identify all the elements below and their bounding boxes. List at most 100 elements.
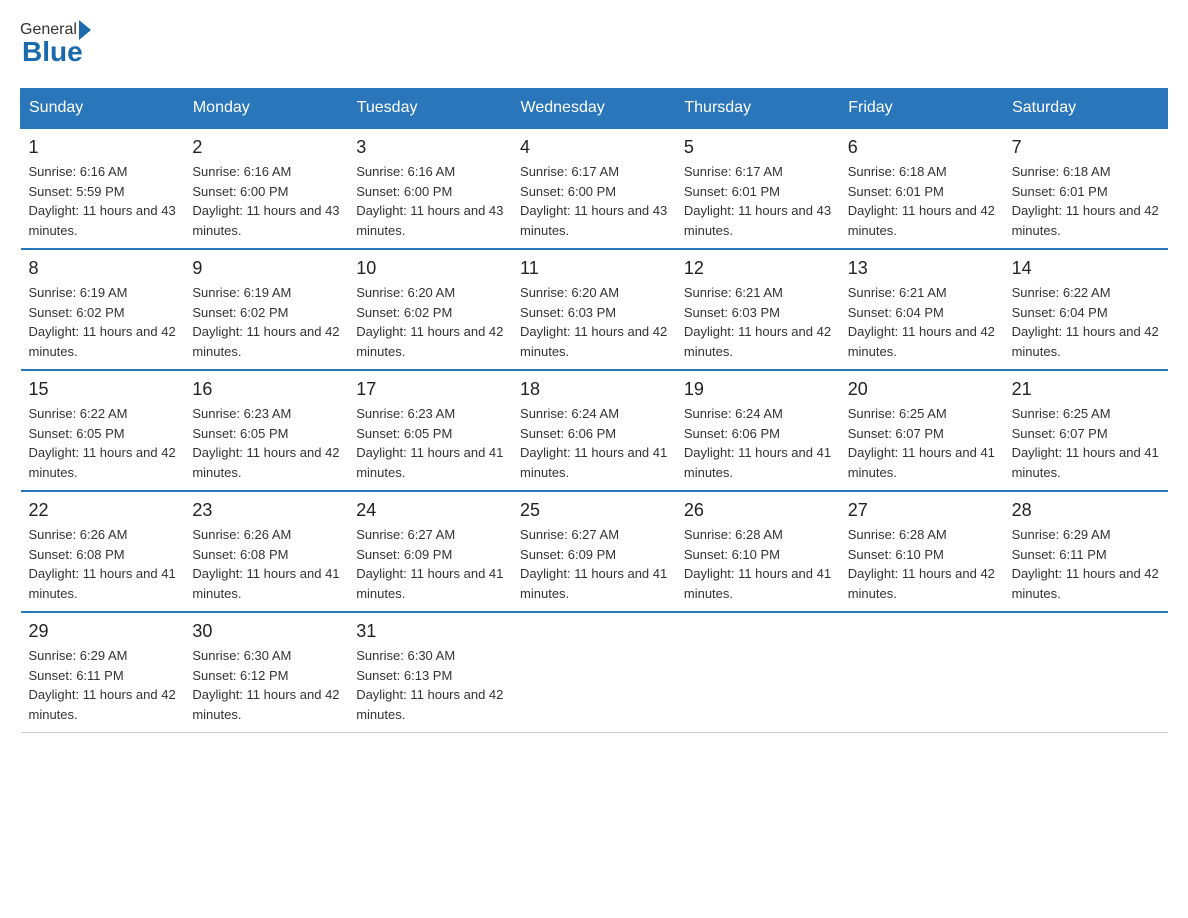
daylight-text: Daylight: 11 hours and 42 minutes. xyxy=(356,324,503,359)
sunrise-text: Sunrise: 6:18 AM xyxy=(848,164,947,179)
calendar-header-row: SundayMondayTuesdayWednesdayThursdayFrid… xyxy=(21,89,1168,129)
sunset-text: Sunset: 6:02 PM xyxy=(29,305,125,320)
sunrise-text: Sunrise: 6:25 AM xyxy=(848,406,947,421)
day-number: 24 xyxy=(356,500,504,521)
sunset-text: Sunset: 6:00 PM xyxy=(520,184,616,199)
sunrise-text: Sunrise: 6:16 AM xyxy=(29,164,128,179)
calendar-cell: 2 Sunrise: 6:16 AM Sunset: 6:00 PM Dayli… xyxy=(184,128,348,249)
daylight-text: Daylight: 11 hours and 42 minutes. xyxy=(520,324,667,359)
sunset-text: Sunset: 6:02 PM xyxy=(356,305,452,320)
calendar-cell: 23 Sunrise: 6:26 AM Sunset: 6:08 PM Dayl… xyxy=(184,491,348,612)
day-number: 20 xyxy=(848,379,996,400)
day-number: 1 xyxy=(29,137,177,158)
calendar-week-row: 29 Sunrise: 6:29 AM Sunset: 6:11 PM Dayl… xyxy=(21,612,1168,733)
sunrise-text: Sunrise: 6:24 AM xyxy=(520,406,619,421)
calendar-cell: 3 Sunrise: 6:16 AM Sunset: 6:00 PM Dayli… xyxy=(348,128,512,249)
daylight-text: Daylight: 11 hours and 41 minutes. xyxy=(684,445,831,480)
day-info: Sunrise: 6:21 AM Sunset: 6:04 PM Dayligh… xyxy=(848,283,996,361)
header-saturday: Saturday xyxy=(1004,89,1168,129)
day-number: 18 xyxy=(520,379,668,400)
sunrise-text: Sunrise: 6:30 AM xyxy=(192,648,291,663)
day-number: 22 xyxy=(29,500,177,521)
calendar-week-row: 1 Sunrise: 6:16 AM Sunset: 5:59 PM Dayli… xyxy=(21,128,1168,249)
sunset-text: Sunset: 6:02 PM xyxy=(192,305,288,320)
day-number: 31 xyxy=(356,621,504,642)
calendar-cell xyxy=(676,612,840,733)
header-monday: Monday xyxy=(184,89,348,129)
sunrise-text: Sunrise: 6:17 AM xyxy=(520,164,619,179)
day-number: 16 xyxy=(192,379,340,400)
day-number: 8 xyxy=(29,258,177,279)
calendar-cell: 11 Sunrise: 6:20 AM Sunset: 6:03 PM Dayl… xyxy=(512,249,676,370)
sunrise-text: Sunrise: 6:24 AM xyxy=(684,406,783,421)
calendar-cell: 5 Sunrise: 6:17 AM Sunset: 6:01 PM Dayli… xyxy=(676,128,840,249)
calendar-cell: 6 Sunrise: 6:18 AM Sunset: 6:01 PM Dayli… xyxy=(840,128,1004,249)
calendar-cell: 12 Sunrise: 6:21 AM Sunset: 6:03 PM Dayl… xyxy=(676,249,840,370)
day-number: 13 xyxy=(848,258,996,279)
calendar-week-row: 22 Sunrise: 6:26 AM Sunset: 6:08 PM Dayl… xyxy=(21,491,1168,612)
header-sunday: Sunday xyxy=(21,89,185,129)
sunset-text: Sunset: 6:06 PM xyxy=(684,426,780,441)
sunrise-text: Sunrise: 6:23 AM xyxy=(356,406,455,421)
sunset-text: Sunset: 6:05 PM xyxy=(29,426,125,441)
sunrise-text: Sunrise: 6:29 AM xyxy=(29,648,128,663)
calendar-cell: 27 Sunrise: 6:28 AM Sunset: 6:10 PM Dayl… xyxy=(840,491,1004,612)
day-number: 29 xyxy=(29,621,177,642)
day-info: Sunrise: 6:18 AM Sunset: 6:01 PM Dayligh… xyxy=(848,162,996,240)
daylight-text: Daylight: 11 hours and 42 minutes. xyxy=(1012,324,1159,359)
sunrise-text: Sunrise: 6:27 AM xyxy=(356,527,455,542)
sunset-text: Sunset: 6:13 PM xyxy=(356,668,452,683)
sunset-text: Sunset: 6:07 PM xyxy=(848,426,944,441)
day-info: Sunrise: 6:16 AM Sunset: 6:00 PM Dayligh… xyxy=(192,162,340,240)
sunrise-text: Sunrise: 6:29 AM xyxy=(1012,527,1111,542)
day-number: 23 xyxy=(192,500,340,521)
day-info: Sunrise: 6:18 AM Sunset: 6:01 PM Dayligh… xyxy=(1012,162,1160,240)
day-info: Sunrise: 6:22 AM Sunset: 6:05 PM Dayligh… xyxy=(29,404,177,482)
day-info: Sunrise: 6:30 AM Sunset: 6:12 PM Dayligh… xyxy=(192,646,340,724)
daylight-text: Daylight: 11 hours and 42 minutes. xyxy=(848,324,995,359)
daylight-text: Daylight: 11 hours and 42 minutes. xyxy=(356,687,503,722)
sunset-text: Sunset: 6:07 PM xyxy=(1012,426,1108,441)
sunset-text: Sunset: 6:08 PM xyxy=(29,547,125,562)
sunrise-text: Sunrise: 6:19 AM xyxy=(192,285,291,300)
day-info: Sunrise: 6:24 AM Sunset: 6:06 PM Dayligh… xyxy=(520,404,668,482)
day-number: 9 xyxy=(192,258,340,279)
sunset-text: Sunset: 6:03 PM xyxy=(684,305,780,320)
calendar-cell: 21 Sunrise: 6:25 AM Sunset: 6:07 PM Dayl… xyxy=(1004,370,1168,491)
day-number: 6 xyxy=(848,137,996,158)
daylight-text: Daylight: 11 hours and 41 minutes. xyxy=(520,445,667,480)
sunset-text: Sunset: 6:03 PM xyxy=(520,305,616,320)
sunset-text: Sunset: 6:05 PM xyxy=(356,426,452,441)
day-number: 15 xyxy=(29,379,177,400)
day-info: Sunrise: 6:27 AM Sunset: 6:09 PM Dayligh… xyxy=(520,525,668,603)
day-info: Sunrise: 6:27 AM Sunset: 6:09 PM Dayligh… xyxy=(356,525,504,603)
calendar-cell xyxy=(512,612,676,733)
sunset-text: Sunset: 6:01 PM xyxy=(1012,184,1108,199)
sunrise-text: Sunrise: 6:18 AM xyxy=(1012,164,1111,179)
sunset-text: Sunset: 6:08 PM xyxy=(192,547,288,562)
calendar-cell: 1 Sunrise: 6:16 AM Sunset: 5:59 PM Dayli… xyxy=(21,128,185,249)
daylight-text: Daylight: 11 hours and 42 minutes. xyxy=(192,687,339,722)
sunrise-text: Sunrise: 6:26 AM xyxy=(192,527,291,542)
day-info: Sunrise: 6:16 AM Sunset: 6:00 PM Dayligh… xyxy=(356,162,504,240)
day-number: 19 xyxy=(684,379,832,400)
day-info: Sunrise: 6:25 AM Sunset: 6:07 PM Dayligh… xyxy=(1012,404,1160,482)
day-info: Sunrise: 6:25 AM Sunset: 6:07 PM Dayligh… xyxy=(848,404,996,482)
calendar-cell: 4 Sunrise: 6:17 AM Sunset: 6:00 PM Dayli… xyxy=(512,128,676,249)
calendar-cell xyxy=(1004,612,1168,733)
day-info: Sunrise: 6:19 AM Sunset: 6:02 PM Dayligh… xyxy=(192,283,340,361)
day-info: Sunrise: 6:29 AM Sunset: 6:11 PM Dayligh… xyxy=(1012,525,1160,603)
sunset-text: Sunset: 6:09 PM xyxy=(520,547,616,562)
daylight-text: Daylight: 11 hours and 41 minutes. xyxy=(1012,445,1159,480)
daylight-text: Daylight: 11 hours and 43 minutes. xyxy=(684,203,831,238)
sunset-text: Sunset: 6:12 PM xyxy=(192,668,288,683)
calendar-week-row: 8 Sunrise: 6:19 AM Sunset: 6:02 PM Dayli… xyxy=(21,249,1168,370)
calendar-cell: 18 Sunrise: 6:24 AM Sunset: 6:06 PM Dayl… xyxy=(512,370,676,491)
day-info: Sunrise: 6:17 AM Sunset: 6:00 PM Dayligh… xyxy=(520,162,668,240)
daylight-text: Daylight: 11 hours and 42 minutes. xyxy=(29,687,176,722)
sunrise-text: Sunrise: 6:26 AM xyxy=(29,527,128,542)
sunrise-text: Sunrise: 6:28 AM xyxy=(684,527,783,542)
day-info: Sunrise: 6:23 AM Sunset: 6:05 PM Dayligh… xyxy=(356,404,504,482)
daylight-text: Daylight: 11 hours and 42 minutes. xyxy=(192,445,339,480)
sunrise-text: Sunrise: 6:22 AM xyxy=(29,406,128,421)
